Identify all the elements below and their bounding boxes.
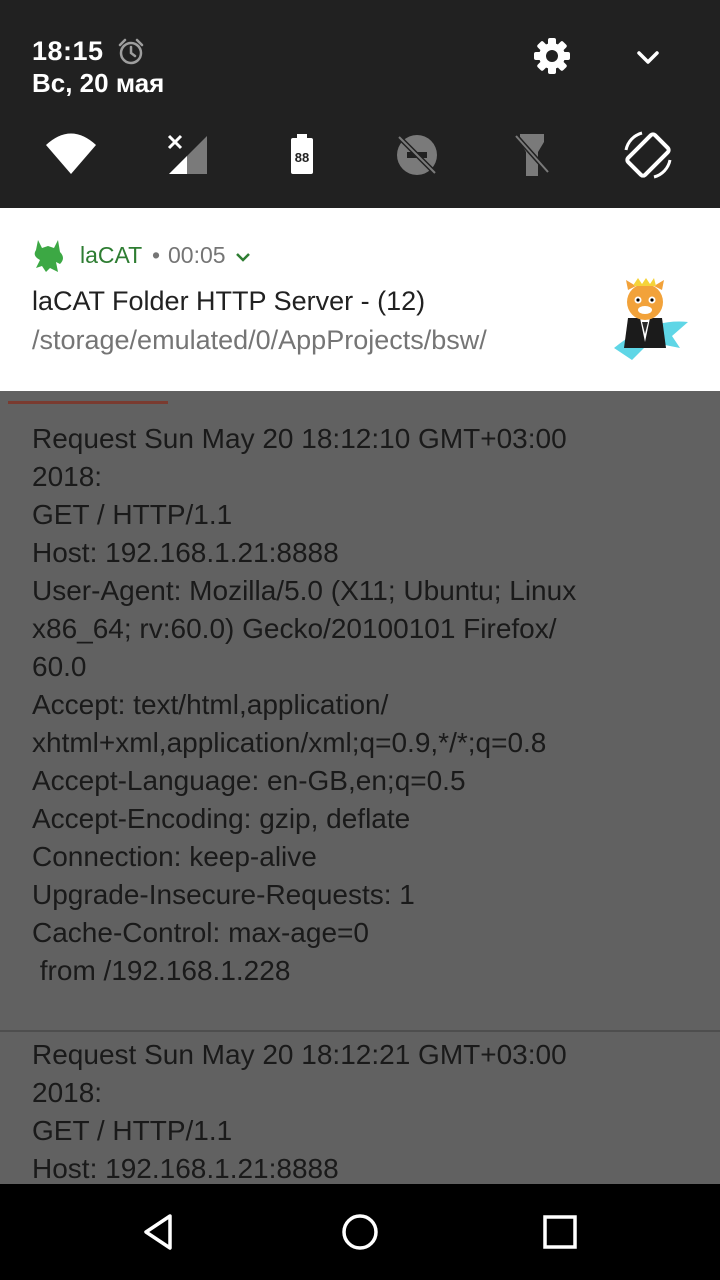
log-entry: Request Sun May 20 18:12:10 GMT+03:00 20…	[32, 423, 577, 986]
alarm-clock-icon	[118, 38, 144, 65]
log-entry: Request Sun May 20 18:12:21 GMT+03:00 20…	[32, 1039, 567, 1184]
home-icon[interactable]	[336, 1208, 384, 1256]
gear-icon[interactable]	[532, 36, 572, 76]
auto-rotate-tile[interactable]	[620, 128, 676, 182]
quick-settings-panel: 18:15 Вс, 20 мая 88	[0, 0, 720, 208]
wifi-icon	[46, 133, 96, 174]
notification-separator: •	[152, 242, 161, 268]
auto-rotate-icon	[624, 131, 672, 179]
cellular-no-signal-icon	[167, 134, 207, 174]
status-date: Вс, 20 мая	[32, 68, 165, 98]
notification-time: 00:05	[168, 242, 226, 268]
battery-icon: 88	[291, 134, 313, 174]
do-not-disturb-tile[interactable]	[389, 128, 445, 182]
expand-chevron-icon[interactable]	[234, 248, 252, 266]
do-not-disturb-off-icon	[397, 135, 437, 175]
flashlight-off-icon	[514, 134, 550, 176]
notification-text: /storage/emulated/0/AppProjects/bsw/	[32, 325, 487, 355]
cat-mascot-image	[614, 278, 688, 360]
notification-app-name: laCAT	[80, 242, 143, 268]
wifi-tile[interactable]	[43, 128, 99, 182]
status-clock: 18:15	[32, 36, 104, 66]
cellular-tile[interactable]	[159, 128, 215, 182]
battery-level: 88	[295, 150, 309, 165]
battery-saver-tile[interactable]: 88	[274, 128, 330, 182]
chevron-down-icon[interactable]	[630, 40, 666, 76]
recents-icon[interactable]	[536, 1208, 584, 1256]
back-icon[interactable]	[136, 1208, 184, 1256]
cat-app-icon	[34, 240, 63, 272]
notification-title: laCAT Folder HTTP Server - (12)	[32, 286, 426, 316]
tab-indicator	[8, 401, 168, 404]
flashlight-tile[interactable]	[504, 128, 560, 182]
log-divider	[0, 1030, 720, 1032]
